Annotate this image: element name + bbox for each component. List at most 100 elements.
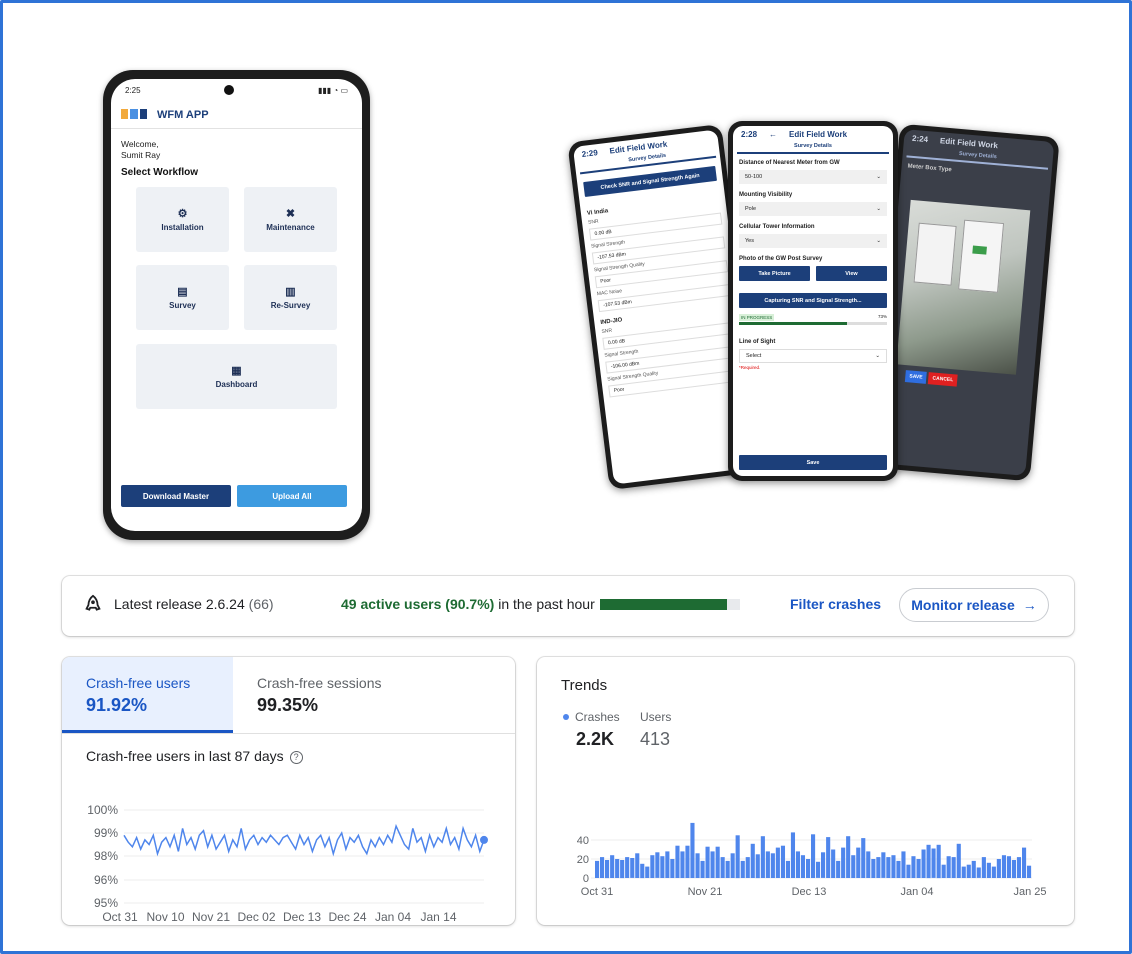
crash-bar — [806, 859, 811, 878]
crash-bar — [821, 852, 826, 878]
download-master-button[interactable]: Download Master — [121, 485, 231, 507]
crash-bar — [680, 851, 685, 878]
question-photo: Photo of the GW Post Survey — [739, 256, 823, 262]
line-of-sight-select[interactable]: Select ⌄ — [739, 349, 887, 363]
crash-bar — [921, 849, 926, 878]
tile-label: Dashboard — [215, 380, 258, 389]
wfm-logo-icon — [121, 108, 147, 121]
release-build-count: (66) — [248, 596, 274, 612]
crash-bar — [896, 860, 901, 878]
crash-bar — [976, 867, 981, 878]
crash-bar — [685, 845, 690, 878]
crash-bar — [725, 860, 730, 878]
crash-bar — [670, 859, 675, 878]
crash-bar — [846, 836, 851, 878]
active-users-bar-fill — [600, 599, 727, 610]
tile-survey[interactable]: ▤ Survey — [136, 265, 229, 330]
x-tick-label: Nov 21 — [192, 910, 230, 924]
chevron-down-icon: ⌄ — [876, 238, 881, 244]
crash-bar — [750, 843, 755, 878]
crash-bar — [861, 838, 866, 878]
crash-bar — [630, 858, 635, 878]
tab-divider — [62, 733, 515, 734]
select-value: 50-100 — [745, 174, 763, 180]
crash-bar — [650, 855, 655, 878]
crash-bar — [966, 864, 971, 878]
crash-bar — [986, 862, 991, 878]
crash-bar — [740, 860, 745, 878]
crash-bar — [795, 851, 801, 878]
y-tick-label: 98% — [94, 849, 118, 863]
release-version: Latest release 2.6.24 — [114, 596, 245, 612]
tile-maintenance[interactable]: ✖ Maintenance — [244, 187, 337, 252]
filter-crashes-link[interactable]: Filter crashes — [790, 596, 881, 612]
meter-box-1 — [913, 222, 957, 286]
photo-actions: SAVE CANCEL — [904, 370, 958, 387]
legend-crashes-label: Crashes — [575, 710, 620, 724]
operator-vi-fields: SNR 0.00 dB Signal Strength -107.53 dBm … — [582, 202, 737, 313]
active-users-text: 49 active users (90.7%) in the past hour — [341, 596, 595, 612]
tile-re-survey[interactable]: ▥ Re-Survey — [244, 265, 337, 330]
y-tick-label: 100% — [87, 803, 118, 817]
monitor-release-label: Monitor release — [911, 597, 1015, 613]
crash-bar — [951, 857, 956, 878]
capturing-button[interactable]: Capturing SNR and Signal Strength... — [739, 293, 887, 308]
phone-center: 2:28 ← Edit Field Work Survey Details Di… — [728, 121, 898, 481]
tile-label: Survey — [169, 301, 196, 310]
tab-crash-free-sessions-value: 99.35% — [257, 695, 319, 715]
crash-bar — [851, 855, 856, 878]
crash-bar — [605, 860, 610, 879]
view-button[interactable]: View — [816, 266, 887, 281]
crash-bar — [926, 844, 931, 879]
x-tick-label: Oct 31 — [581, 886, 613, 898]
monitor-release-button[interactable]: Monitor release → — [899, 588, 1049, 622]
x-tick-label: Dec 02 — [237, 910, 275, 924]
crash-bar — [886, 857, 891, 878]
legend-users-label[interactable]: Users — [640, 710, 671, 724]
rocket-icon — [85, 594, 101, 611]
legend-crashes[interactable]: Crashes — [563, 710, 620, 724]
crash-bar — [660, 856, 665, 878]
tower-select[interactable]: Yes ⌄ — [739, 234, 887, 248]
distance-select[interactable]: 50-100 ⌄ — [739, 170, 887, 184]
crash-bar — [871, 859, 876, 878]
x-tick-label: Jan 04 — [900, 886, 933, 898]
tools-icon: ✖ — [285, 208, 296, 220]
latest-release-bar: Latest release 2.6.24 (66) 49 active use… — [62, 576, 1074, 636]
crash-bar — [720, 857, 725, 878]
required-text: *Required. — [739, 365, 761, 370]
upload-all-button[interactable]: Upload All — [237, 485, 347, 507]
help-icon[interactable]: ? — [289, 750, 303, 764]
x-tick-label: Dec 13 — [283, 910, 321, 924]
welcome-label: Welcome, — [121, 139, 159, 149]
phone-right-time: 2:24 — [911, 133, 929, 145]
user-name: Sumit Ray — [121, 150, 161, 160]
app-header: WFM APP — [111, 101, 362, 129]
meter-photo — [896, 199, 1031, 375]
photo-save-button[interactable]: SAVE — [904, 370, 928, 384]
y-tick-label: 95% — [94, 896, 118, 910]
crash-bar — [1016, 857, 1022, 878]
crash-bar — [941, 864, 946, 878]
crash-chart-title: Crash-free users in last 87 days? — [86, 748, 303, 764]
last-point-marker — [480, 835, 488, 844]
take-picture-button[interactable]: Take Picture — [739, 266, 810, 281]
crash-bar — [1022, 847, 1027, 878]
x-tick-label: Dec 24 — [328, 910, 366, 924]
app-title: WFM APP — [157, 108, 209, 121]
crash-bar — [931, 848, 936, 878]
crash-bar — [615, 859, 620, 878]
crash-bar — [645, 866, 650, 878]
photo-cancel-button[interactable]: CANCEL — [927, 372, 958, 387]
crash-bar — [600, 857, 605, 878]
tile-installation[interactable]: ⚙ Installation — [136, 187, 229, 252]
document-icon: ▤ — [177, 286, 188, 298]
save-button[interactable]: Save — [739, 455, 887, 470]
phone-screen: 2:25 ▮▮▮ ◔ ▭ WFM APP Welcome, Sumit Ray … — [111, 79, 362, 531]
y-tick-label: 96% — [94, 873, 118, 887]
mounting-select[interactable]: Pole ⌄ — [739, 202, 887, 216]
tile-dashboard[interactable]: ▦ Dashboard — [136, 344, 337, 409]
back-arrow-icon[interactable]: ← — [769, 130, 777, 139]
crash-bar — [705, 846, 710, 878]
active-users-period: in the past hour — [494, 596, 595, 612]
